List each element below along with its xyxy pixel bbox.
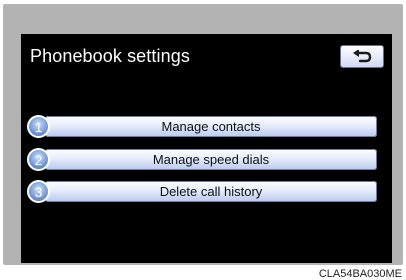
page-title: Phonebook settings [30, 46, 190, 66]
display-screen: Phonebook settings 1 Manage contacts 2 M… [21, 34, 392, 263]
number-badge: 3 [27, 180, 50, 203]
delete-call-history-button[interactable]: Delete call history [45, 181, 377, 202]
manage-contacts-button[interactable]: Manage contacts [45, 116, 377, 137]
number-badge: 2 [27, 148, 50, 171]
manage-speed-dials-button[interactable]: Manage speed dials [45, 149, 377, 170]
menu-item-manage-speed-dials[interactable]: 2 Manage speed dials [27, 148, 379, 171]
back-button[interactable] [340, 45, 384, 68]
menu-item-manage-contacts[interactable]: 1 Manage contacts [27, 115, 379, 138]
display-bezel: Phonebook settings 1 Manage contacts 2 M… [3, 4, 403, 265]
menu-item-delete-call-history[interactable]: 3 Delete call history [27, 180, 379, 203]
figure-code: CLA54BA030ME [318, 268, 402, 280]
number-badge: 1 [27, 115, 50, 138]
back-arrow-icon [353, 49, 372, 62]
